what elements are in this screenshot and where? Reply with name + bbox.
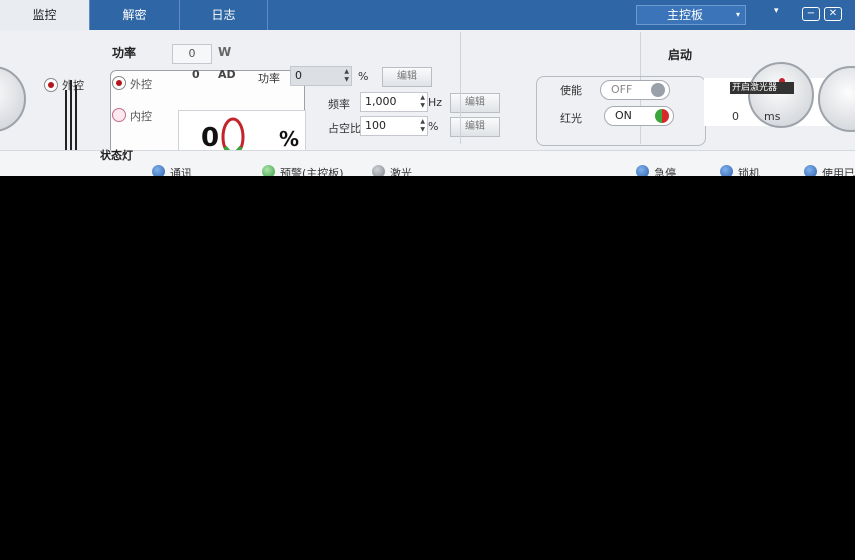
tab-log[interactable]: 日志 [180, 0, 268, 30]
tab-decrypt[interactable]: 解密 [90, 0, 180, 30]
laser-switch-label: 使能 [560, 84, 582, 97]
frequency-label: 频率 [328, 98, 350, 111]
spin-arrows-icon[interactable]: ▲ ▼ [420, 118, 425, 134]
start-laser-button[interactable]: 开启激光器 [730, 82, 794, 94]
divider-line [75, 85, 77, 150]
gauge-unit: % [279, 127, 300, 151]
power-watt-unit: W [218, 45, 232, 59]
duty-input[interactable]: 100 ▲ ▼ [360, 116, 428, 136]
power-edit-button[interactable]: 编辑 [382, 67, 432, 87]
duty-unit: % [428, 120, 439, 133]
frequency-input[interactable]: 1,000 ▲ ▼ [360, 92, 428, 112]
chevron-down-icon: ▾ [735, 10, 740, 19]
internal-control-label: 内控 [130, 110, 152, 123]
power-percent-value: 0 [295, 69, 302, 82]
divider-line [70, 80, 72, 150]
status-bar: 状态灯 通讯 预警(主控板) 激光 急停 锁机 使用已 [0, 149, 855, 180]
menu-arrow-icon[interactable]: ▾ [774, 6, 779, 16]
frequency-unit: Hz [428, 96, 443, 109]
ad-value: 0 [192, 68, 200, 81]
start-sub-value: 0 [732, 110, 739, 123]
frequency-value: 1,000 [365, 95, 397, 108]
minimize-button[interactable]: − [802, 7, 820, 21]
start-title: 启动 [668, 48, 693, 62]
laser-toggle[interactable]: OFF [600, 80, 670, 100]
duty-label: 占空比 [328, 122, 361, 135]
power-percent-label: 功率 [258, 72, 280, 85]
external-control-label: 外控 [130, 78, 152, 91]
left-knob[interactable] [0, 66, 26, 132]
control-panel: 外控 功率 0 W 外控 内控 0 AD 0 % 功率 0 ▲ ▼ % 编辑 频率… [0, 30, 855, 180]
red-toggle-state: ON [615, 109, 632, 122]
start-knob[interactable] [748, 62, 814, 128]
column-separator [460, 32, 461, 144]
board-select[interactable]: 主控板 ▾ [636, 5, 746, 25]
spin-arrows-icon[interactable]: ▲ ▼ [344, 68, 349, 84]
board-select-value: 主控板 [667, 8, 704, 22]
power-title: 功率 [112, 46, 137, 60]
ad-unit: AD [218, 68, 236, 81]
red-light-toggle[interactable]: ON [604, 106, 674, 126]
divider-line [65, 90, 67, 150]
start-sub-unit: ms [764, 110, 781, 123]
close-button[interactable]: ✕ [824, 7, 842, 21]
content-area-black [0, 176, 855, 560]
internal-control-radio[interactable] [112, 108, 126, 122]
red-switch-label: 红光 [560, 112, 582, 125]
laser-toggle-state: OFF [611, 83, 633, 96]
tab-monitor[interactable]: 监控 [0, 0, 90, 30]
spin-arrows-icon[interactable]: ▲ ▼ [420, 94, 425, 110]
gauge-value: 0 [201, 123, 220, 153]
duty-value: 100 [365, 119, 386, 132]
status-title: 状态灯 [100, 149, 133, 162]
power-percent-input[interactable]: 0 ▲ ▼ [290, 66, 352, 86]
external-control-radio[interactable] [112, 76, 126, 90]
power-percent-unit: % [358, 70, 369, 83]
duty-edit-button[interactable]: 编辑 [450, 117, 500, 137]
power-watt-value: 0 [172, 44, 212, 64]
toggle-knob-icon [655, 109, 669, 123]
frequency-edit-button[interactable]: 编辑 [450, 93, 500, 113]
toggle-knob-icon [651, 83, 665, 97]
external-mode-radio[interactable] [44, 78, 58, 92]
top-tab-bar: 监控 解密 日志 主控板 ▾ ▾ − ✕ [0, 0, 855, 30]
